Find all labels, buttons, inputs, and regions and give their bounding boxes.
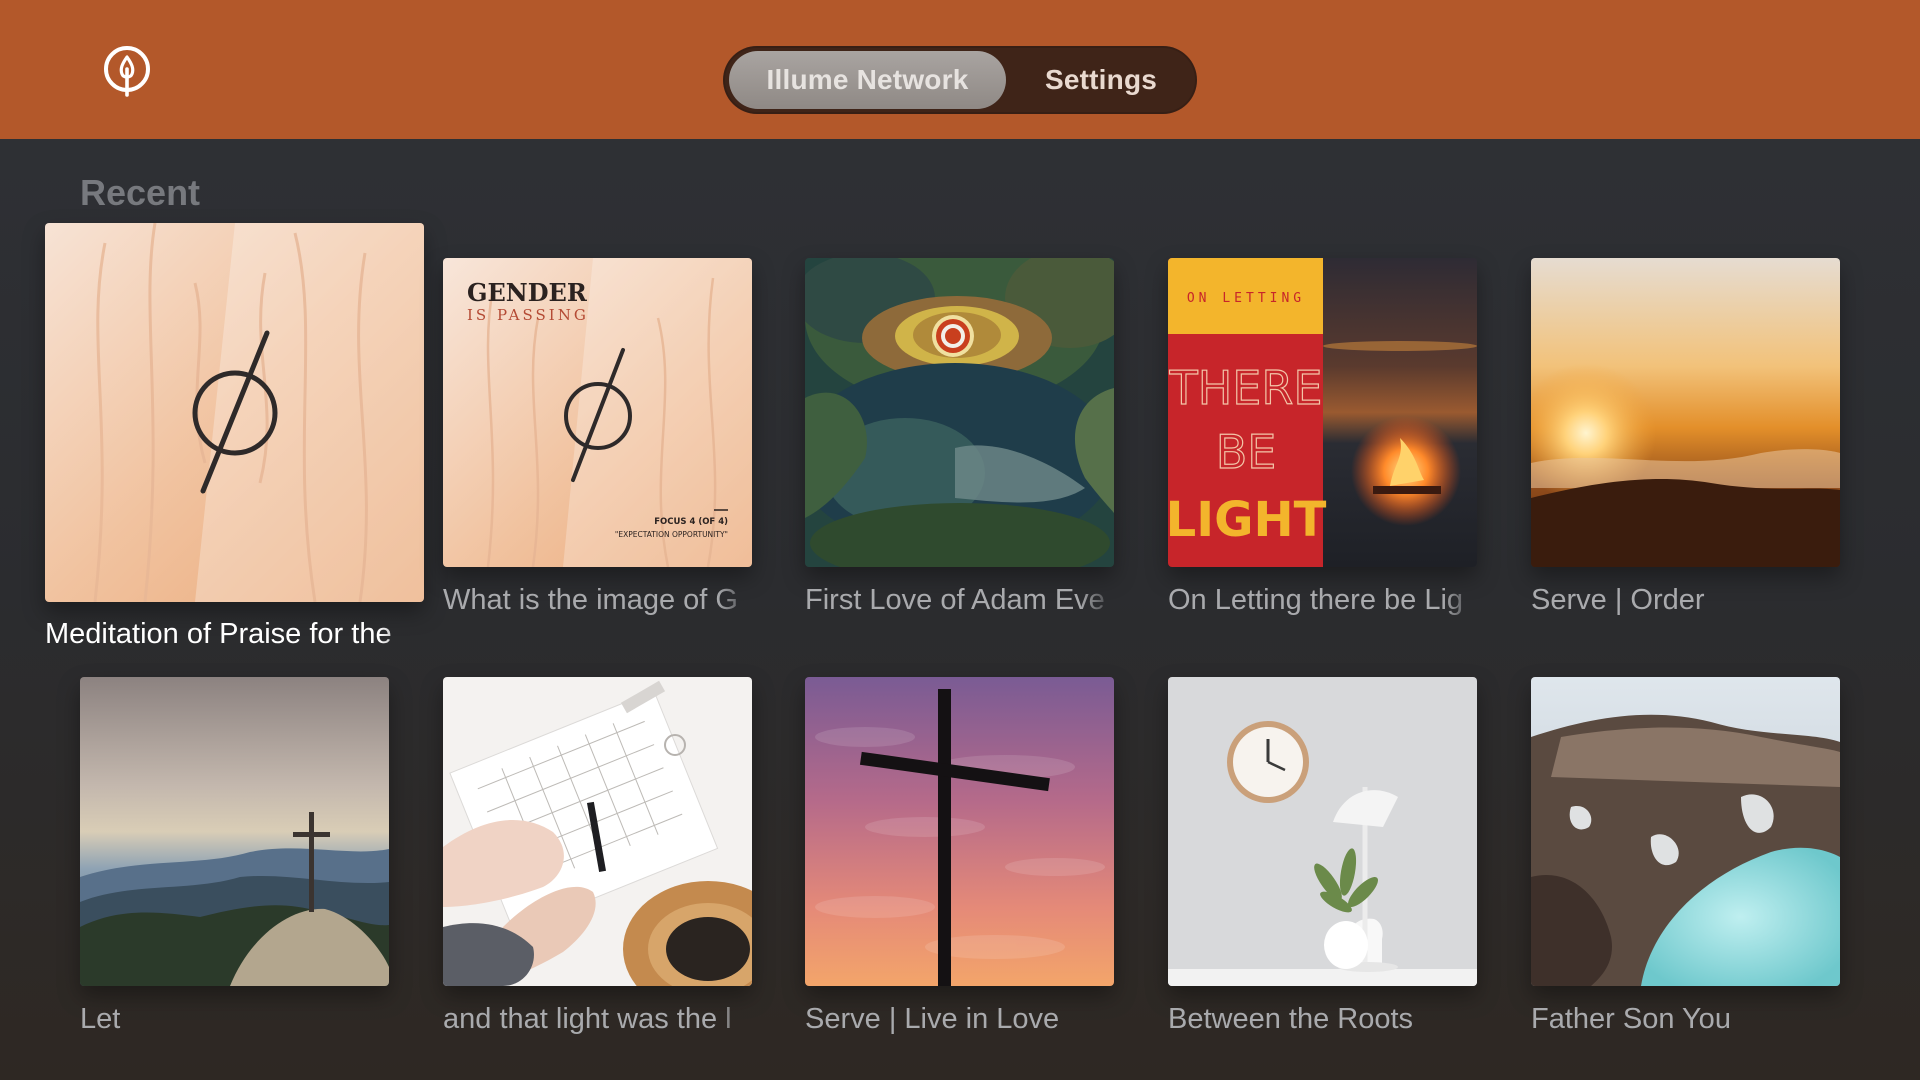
tile-caption: Meditation of Praise for the bbox=[45, 618, 392, 650]
section-title-recent: Recent bbox=[80, 172, 201, 213]
tile-caption: Serve | Live in Love bbox=[805, 1003, 1060, 1035]
tile-caption: First Love of Adam Eve bbox=[805, 584, 1105, 616]
tile-artwork bbox=[1531, 258, 1840, 567]
art-line2: BE bbox=[1216, 425, 1277, 479]
tile-caption: On Letting there be Lig bbox=[1168, 584, 1464, 616]
art-subtitle: IS PASSING bbox=[467, 306, 589, 324]
tile-caption: What is the image of G bbox=[443, 584, 738, 616]
tile-caption: Father Son You bbox=[1531, 1003, 1731, 1035]
tile-artwork bbox=[45, 223, 424, 602]
tile-caption: Serve | Order bbox=[1531, 584, 1705, 616]
tab-settings[interactable]: Settings bbox=[1010, 51, 1192, 109]
art-focus: FOCUS 4 (OF 4) bbox=[654, 517, 728, 527]
flame-drop-icon bbox=[100, 42, 154, 98]
tile-caption: Let bbox=[80, 1003, 121, 1035]
tile-artwork bbox=[1168, 677, 1477, 986]
tab-illume-network[interactable]: Illume Network bbox=[729, 51, 1006, 109]
top-tab-bar: Illume Network Settings bbox=[723, 46, 1197, 114]
tile-caption: and that light was the l bbox=[443, 1003, 732, 1035]
tile-artwork bbox=[1531, 677, 1840, 986]
tile-artwork bbox=[80, 677, 389, 986]
tile-artwork bbox=[443, 677, 752, 986]
tile-artwork: GENDER IS PASSING FOCUS 4 (OF 4) "EXPECT… bbox=[443, 258, 752, 567]
art-top-text: ON LETTING bbox=[1187, 291, 1305, 306]
top-bar: Illume Network Settings bbox=[0, 0, 1920, 139]
art-title: GENDER bbox=[467, 278, 588, 307]
art-tagline: "EXPECTATION OPPORTUNITY" bbox=[615, 530, 728, 539]
tile-artwork bbox=[805, 677, 1114, 986]
art-line1: THERE bbox=[1169, 361, 1323, 415]
tile-artwork: ON LETTING THERE BE LIGHT bbox=[1168, 258, 1477, 567]
art-line3: LIGHT bbox=[1168, 492, 1327, 548]
tile-artwork bbox=[805, 258, 1114, 567]
tile-caption: Between the Roots bbox=[1168, 1003, 1414, 1035]
